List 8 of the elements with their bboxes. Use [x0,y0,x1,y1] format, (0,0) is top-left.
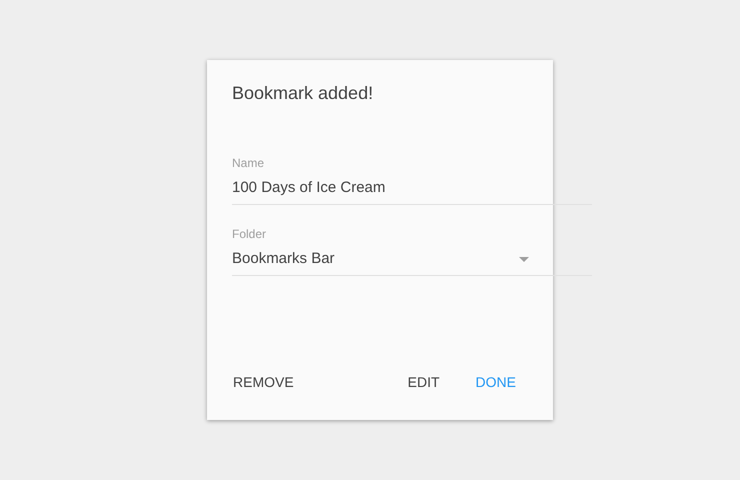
dialog-title: Bookmark added! [232,82,374,105]
dialog-button[interactable]: REMOVE [225,366,302,398]
name-field[interactable]: 100 Days of Ice Cream [232,177,592,205]
dropdown-arrow-icon [519,256,529,262]
folder-dropdown[interactable]: Bookmarks Bar [232,248,592,276]
field-label: Folder [232,226,268,242]
field-label: Name [232,155,266,171]
dialog-button[interactable]: EDIT [400,366,448,398]
